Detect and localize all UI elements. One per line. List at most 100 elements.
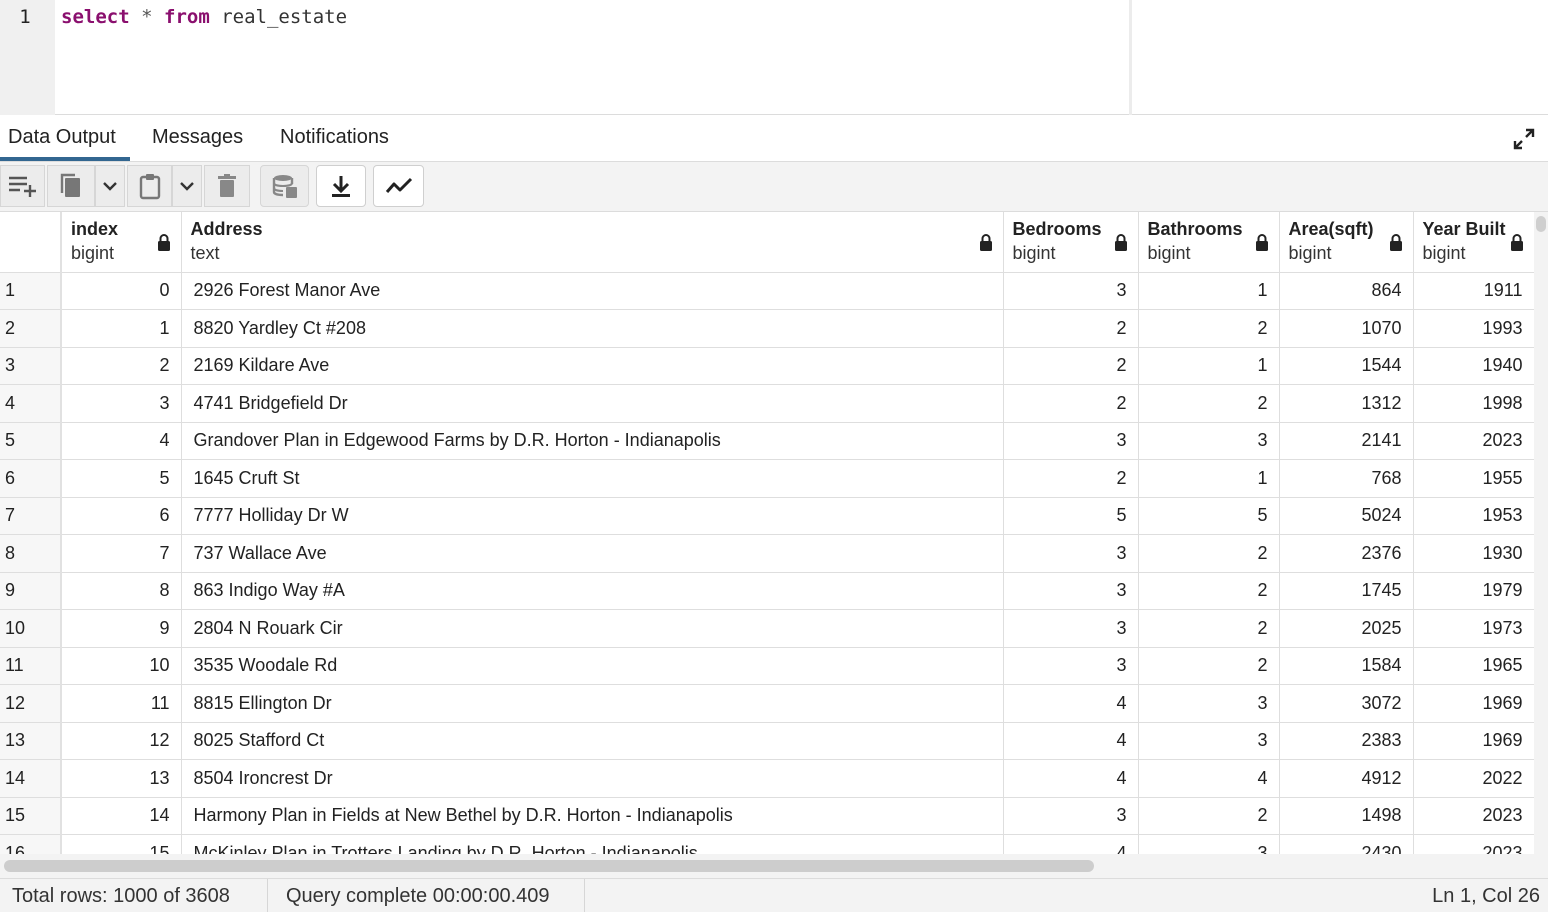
cell-year-built[interactable]: 1969 (1413, 722, 1535, 760)
expand-icon[interactable] (1512, 127, 1536, 151)
cell-bathrooms[interactable]: 2 (1138, 534, 1280, 573)
row-number[interactable]: 13 (0, 722, 62, 760)
copy-button[interactable] (47, 165, 95, 207)
cell-bedrooms[interactable]: 4 (1003, 684, 1139, 723)
cell-year-built[interactable]: 1969 (1413, 684, 1535, 723)
row-number[interactable]: 10 (0, 609, 62, 648)
cell-year-built[interactable]: 1940 (1413, 347, 1535, 385)
table-row[interactable]: 12 11 8815 Ellington Dr 4 3 3072 1969 (0, 684, 1535, 723)
cell-index[interactable]: 3 (61, 384, 182, 423)
cell-bedrooms[interactable]: 3 (1003, 572, 1139, 610)
cell-bedrooms[interactable]: 3 (1003, 272, 1139, 310)
cell-area[interactable]: 864 (1279, 272, 1414, 310)
table-row[interactable]: 6 5 1645 Cruft St 2 1 768 1955 (0, 459, 1535, 498)
cell-address[interactable]: 4741 Bridgefield Dr (181, 384, 1004, 423)
table-row[interactable]: 7 6 7777 Holliday Dr W 5 5 5024 1953 (0, 497, 1535, 535)
cell-bathrooms[interactable]: 1 (1138, 272, 1280, 310)
cell-bathrooms[interactable]: 2 (1138, 647, 1280, 685)
table-row[interactable]: 11 10 3535 Woodale Rd 3 2 1584 1965 (0, 647, 1535, 685)
table-row[interactable]: 3 2 2169 Kildare Ave 2 1 1544 1940 (0, 347, 1535, 385)
cell-index[interactable]: 1 (61, 309, 182, 348)
cell-bathrooms[interactable]: 1 (1138, 459, 1280, 498)
table-row[interactable]: 8 7 737 Wallace Ave 3 2 2376 1930 (0, 534, 1535, 573)
cell-address[interactable]: 8504 Ironcrest Dr (181, 759, 1004, 798)
column-header-index[interactable]: index bigint (61, 212, 182, 273)
cell-index[interactable]: 11 (61, 684, 182, 723)
tab-messages[interactable]: Messages (152, 126, 243, 149)
tab-data-output[interactable]: Data Output (0, 126, 130, 161)
cell-year-built[interactable]: 1955 (1413, 459, 1535, 498)
column-header-year-built[interactable]: Year Built bigint (1413, 212, 1535, 273)
cell-year-built[interactable]: 1998 (1413, 384, 1535, 423)
cell-year-built[interactable]: 1993 (1413, 309, 1535, 348)
row-number[interactable]: 3 (0, 347, 62, 385)
cell-bathrooms[interactable]: 2 (1138, 797, 1280, 835)
row-number[interactable]: 12 (0, 684, 62, 723)
cell-bedrooms[interactable]: 4 (1003, 759, 1139, 798)
copy-options-dropdown[interactable] (95, 165, 125, 207)
cell-area[interactable]: 3072 (1279, 684, 1414, 723)
horizontal-scrollbar[interactable] (0, 854, 1548, 878)
row-number-header[interactable] (0, 212, 62, 273)
cell-bathrooms[interactable]: 2 (1138, 572, 1280, 610)
add-row-button[interactable] (0, 165, 45, 207)
cell-area[interactable]: 768 (1279, 459, 1414, 498)
column-header-bedrooms[interactable]: Bedrooms bigint (1003, 212, 1139, 273)
cell-area[interactable]: 2376 (1279, 534, 1414, 573)
cell-bedrooms[interactable]: 4 (1003, 722, 1139, 760)
row-number[interactable]: 14 (0, 759, 62, 798)
cell-address[interactable]: 8025 Stafford Ct (181, 722, 1004, 760)
graph-visualiser-button[interactable] (373, 165, 424, 207)
cell-area[interactable]: 2025 (1279, 609, 1414, 648)
cell-year-built[interactable]: 1930 (1413, 534, 1535, 573)
cell-address[interactable]: 8820 Yardley Ct #208 (181, 309, 1004, 348)
cell-index[interactable]: 5 (61, 459, 182, 498)
table-row[interactable]: 14 13 8504 Ironcrest Dr 4 4 4912 2022 (0, 759, 1535, 798)
cell-area[interactable]: 2141 (1279, 422, 1414, 460)
table-row[interactable]: 15 14 Harmony Plan in Fields at New Bethel… (0, 797, 1535, 835)
cell-area[interactable]: 4912 (1279, 759, 1414, 798)
cell-year-built[interactable]: 1973 (1413, 609, 1535, 648)
cell-year-built[interactable]: 2023 (1413, 797, 1535, 835)
row-number[interactable]: 15 (0, 797, 62, 835)
column-header-address[interactable]: Address text (181, 212, 1004, 273)
vertical-scroll-thumb[interactable] (1536, 216, 1546, 232)
cell-address[interactable]: 1645 Cruft St (181, 459, 1004, 498)
cell-bathrooms[interactable]: 3 (1138, 834, 1280, 854)
cell-address[interactable]: 7777 Holliday Dr W (181, 497, 1004, 535)
cell-index[interactable]: 6 (61, 497, 182, 535)
cell-bathrooms[interactable]: 3 (1138, 684, 1280, 723)
cell-year-built[interactable]: 1965 (1413, 647, 1535, 685)
row-number[interactable]: 5 (0, 422, 62, 460)
cell-area[interactable]: 1745 (1279, 572, 1414, 610)
cell-bedrooms[interactable]: 5 (1003, 497, 1139, 535)
cell-bedrooms[interactable]: 3 (1003, 422, 1139, 460)
table-row[interactable]: 13 12 8025 Stafford Ct 4 3 2383 1969 (0, 722, 1535, 760)
query-editor[interactable]: 1 select * from real_estate (0, 0, 1548, 115)
cell-bathrooms[interactable]: 3 (1138, 722, 1280, 760)
row-number[interactable]: 16 (0, 834, 62, 854)
table-row[interactable]: 10 9 2804 N Rouark Cir 3 2 2025 1973 (0, 609, 1535, 648)
cell-bedrooms[interactable]: 4 (1003, 834, 1139, 854)
cell-area[interactable]: 5024 (1279, 497, 1414, 535)
cell-index[interactable]: 10 (61, 647, 182, 685)
cell-index[interactable]: 4 (61, 422, 182, 460)
cell-address[interactable]: Grandover Plan in Edgewood Farms by D.R.… (181, 422, 1004, 460)
cell-index[interactable]: 8 (61, 572, 182, 610)
row-number[interactable]: 11 (0, 647, 62, 685)
cell-address[interactable]: 8815 Ellington Dr (181, 684, 1004, 723)
horizontal-scroll-thumb[interactable] (4, 860, 1094, 872)
cell-bedrooms[interactable]: 2 (1003, 384, 1139, 423)
table-row[interactable]: 9 8 863 Indigo Way #A 3 2 1745 1979 (0, 572, 1535, 610)
cell-bathrooms[interactable]: 3 (1138, 422, 1280, 460)
cell-year-built[interactable]: 1911 (1413, 272, 1535, 310)
cell-area[interactable]: 1312 (1279, 384, 1414, 423)
editor-splitter[interactable] (1129, 0, 1132, 115)
cell-area[interactable]: 2430 (1279, 834, 1414, 854)
cell-year-built[interactable]: 2022 (1413, 759, 1535, 798)
cell-index[interactable]: 13 (61, 759, 182, 798)
tab-notifications[interactable]: Notifications (280, 126, 389, 149)
cell-address[interactable]: McKinley Plan in Trotters Landing by D.R… (181, 834, 1004, 854)
cell-year-built[interactable]: 2023 (1413, 422, 1535, 460)
cell-bedrooms[interactable]: 2 (1003, 459, 1139, 498)
